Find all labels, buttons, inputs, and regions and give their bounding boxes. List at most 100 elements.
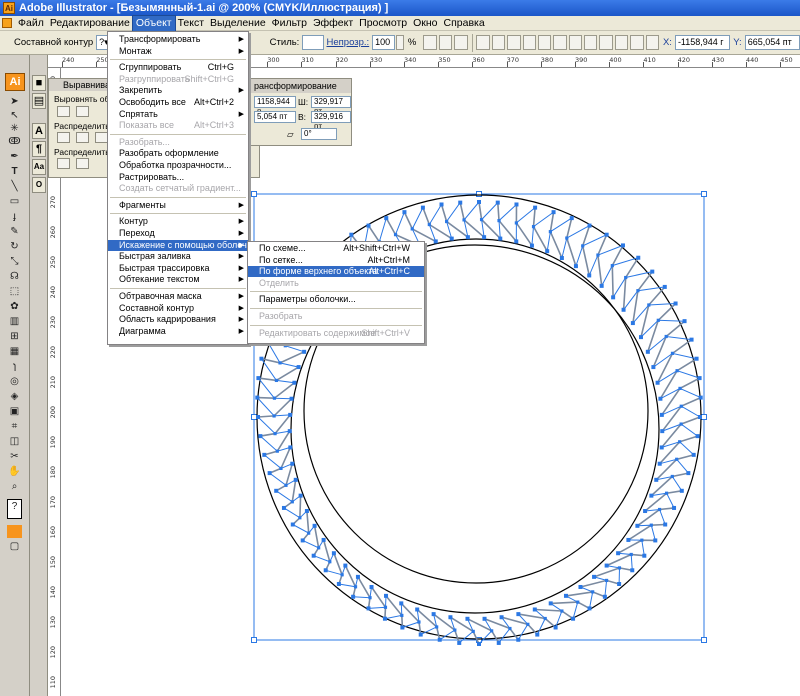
y-position-input[interactable]: 665,054 пт xyxy=(744,35,800,50)
recolor-artwork-button[interactable] xyxy=(423,35,437,50)
live-paint-bucket-tool-icon[interactable]: ◈ xyxy=(7,390,22,403)
crop-area-tool-icon[interactable]: ⌗ xyxy=(7,420,22,433)
dock-panel-button[interactable]: ■ xyxy=(32,75,46,91)
character-styles-icon[interactable]: Aa xyxy=(32,159,46,175)
distribute-hspace-icon[interactable] xyxy=(76,158,89,169)
menu-5[interactable]: Фильтр xyxy=(269,16,310,31)
symbol-sprayer-tool-icon[interactable]: ✿ xyxy=(7,300,22,313)
x-position-input[interactable]: -1158,944 г xyxy=(674,35,731,50)
pen-tool-icon[interactable]: ✒ xyxy=(7,150,22,163)
distribute-bottom-icon[interactable] xyxy=(599,35,613,50)
menu-8[interactable]: Окно xyxy=(410,16,440,31)
menu-2[interactable]: Объект xyxy=(131,14,176,32)
menu-6[interactable]: Эффект xyxy=(310,16,356,31)
magic-wand-tool-icon[interactable]: ✳ xyxy=(7,122,22,135)
align-hcenter-icon[interactable] xyxy=(491,35,506,50)
menu-item[interactable]: Трансформировать ▶ xyxy=(108,34,248,45)
transform-y-input[interactable]: 5,054 пт xyxy=(254,111,296,123)
menu-item[interactable]: Составной контур ▶ xyxy=(108,303,248,314)
opacity-dropdown[interactable] xyxy=(396,35,404,50)
dock-panel-button[interactable]: ▤ xyxy=(32,93,46,109)
transform-panel-tab[interactable]: рансформирование xyxy=(251,79,351,93)
mesh-tool-icon[interactable]: ⊞ xyxy=(7,330,22,343)
distribute-vspace-icon[interactable] xyxy=(57,158,70,169)
align-bottom-icon[interactable] xyxy=(553,35,567,50)
align-left-icon[interactable] xyxy=(57,106,70,117)
align-vcenter-icon[interactable] xyxy=(537,35,552,50)
distribute-left-icon[interactable] xyxy=(614,35,629,50)
align-dropdown-icon[interactable] xyxy=(454,35,468,50)
warp-tool-icon[interactable]: ☊ xyxy=(7,270,22,283)
selection-tool-icon[interactable]: ➤ xyxy=(7,95,22,108)
lasso-tool-icon[interactable]: ↂ xyxy=(7,135,22,148)
menu-item[interactable]: Спрятать ▶ xyxy=(108,109,248,120)
menu-item[interactable]: Переход ▶ xyxy=(108,228,248,239)
menu-item[interactable]: По сетке... Alt+Ctrl+M xyxy=(248,255,424,266)
menu-item[interactable]: Обтравочная маска ▶ xyxy=(108,291,248,302)
hand-tool-icon[interactable]: ✋ xyxy=(7,465,22,478)
menu-item[interactable]: По форме верхнего объекта Alt+Ctrl+C xyxy=(248,266,424,278)
character-panel-icon[interactable]: A xyxy=(32,123,46,139)
align-top-icon[interactable] xyxy=(522,35,536,50)
document-icon[interactable] xyxy=(2,18,12,28)
free-transform-tool-icon[interactable]: ⬚ xyxy=(7,285,22,298)
distribute-vcenter-icon[interactable] xyxy=(76,132,89,143)
color-mode-icon[interactable] xyxy=(7,525,22,538)
opentype-panel-icon[interactable]: O xyxy=(32,177,46,193)
scissors-tool-icon[interactable]: ✂ xyxy=(7,450,22,463)
isolate-group-icon[interactable] xyxy=(438,35,453,50)
line-tool-icon[interactable]: ╲ xyxy=(7,180,22,193)
menu-0[interactable]: Файл xyxy=(15,16,47,31)
menu-item[interactable]: Быстрая трассировка ▶ xyxy=(108,263,248,274)
distribute-top-icon[interactable] xyxy=(57,132,70,143)
menu-item[interactable]: Закрепить ▶ xyxy=(108,85,248,96)
pencil-tool-icon[interactable]: ✎ xyxy=(7,225,22,238)
menu-3[interactable]: Текст xyxy=(175,16,207,31)
distribute-top-icon[interactable] xyxy=(568,35,583,50)
zoom-tool-icon[interactable]: ⌕ xyxy=(7,480,22,493)
transform-h-input[interactable]: 329,916 пт xyxy=(311,111,351,131)
eraser-tool-icon[interactable]: ◫ xyxy=(7,435,22,448)
menu-item[interactable]: Искажение с помощью оболочки ▶ xyxy=(108,239,256,251)
live-paint-selection-tool-icon[interactable]: ▣ xyxy=(7,405,22,418)
menu-item[interactable]: Контур ▶ xyxy=(108,216,248,227)
reference-point-icon[interactable] xyxy=(645,35,659,50)
menu-item[interactable]: Быстрая заливка ▶ xyxy=(108,251,248,262)
opacity-input[interactable]: 100 xyxy=(372,35,396,50)
menu-1[interactable]: Редактирование xyxy=(47,16,133,31)
align-left-icon[interactable] xyxy=(476,35,490,50)
transform-x-input[interactable]: 1158,944 п xyxy=(254,96,296,116)
menu-item[interactable]: Сгруппировать Ctrl+G xyxy=(108,62,248,73)
menu-4[interactable]: Выделение xyxy=(207,16,269,31)
direct-selection-tool-icon[interactable]: ↖ xyxy=(7,109,22,122)
paintbrush-tool-icon[interactable]: ɟ xyxy=(7,210,22,223)
menu-7[interactable]: Просмотр xyxy=(356,16,410,31)
distribute-vcenter-icon[interactable] xyxy=(584,35,598,50)
distribute-hcenter-icon[interactable] xyxy=(630,35,644,50)
menu-item[interactable]: Монтаж ▶ xyxy=(108,46,248,57)
transform-shear-input[interactable]: 0° xyxy=(301,128,337,140)
menu-item[interactable]: По схеме... Alt+Shift+Ctrl+W xyxy=(248,243,424,254)
gradient-tool-icon[interactable]: ▦ xyxy=(7,345,22,358)
paragraph-panel-icon[interactable]: ¶ xyxy=(32,141,46,157)
fill-stroke-swatch-icon[interactable]: ? xyxy=(7,499,22,519)
menu-item[interactable]: Обтекание текстом ▶ xyxy=(108,274,248,285)
menu-item[interactable]: Диаграмма ▶ xyxy=(108,326,248,337)
menu-item[interactable]: Разобрать оформление xyxy=(108,148,248,159)
menu-item[interactable]: Фрагменты ▶ xyxy=(108,200,248,211)
align-hcenter-icon[interactable] xyxy=(76,106,89,117)
menu-9[interactable]: Справка xyxy=(441,16,488,31)
type-tool-icon[interactable]: T xyxy=(7,165,22,178)
menu-item[interactable]: Освободить все Alt+Ctrl+2 xyxy=(108,97,248,108)
rotate-tool-icon[interactable]: ↻ xyxy=(7,240,22,253)
menu-item[interactable]: Параметры оболочки... xyxy=(248,294,424,305)
menu-item[interactable]: Обработка прозрачности... xyxy=(108,160,248,171)
align-right-icon[interactable] xyxy=(507,35,521,50)
menu-item[interactable]: Область кадрирования ▶ xyxy=(108,314,248,325)
eyedropper-tool-icon[interactable]: ɿ xyxy=(7,360,22,373)
column-graph-tool-icon[interactable]: ▥ xyxy=(7,315,22,328)
transform-w-input[interactable]: 329,917 пт xyxy=(311,96,351,116)
menu-item[interactable]: Растрировать... xyxy=(108,172,248,183)
screen-mode-icon[interactable]: ▢ xyxy=(7,540,22,553)
style-swatch[interactable] xyxy=(302,35,324,50)
